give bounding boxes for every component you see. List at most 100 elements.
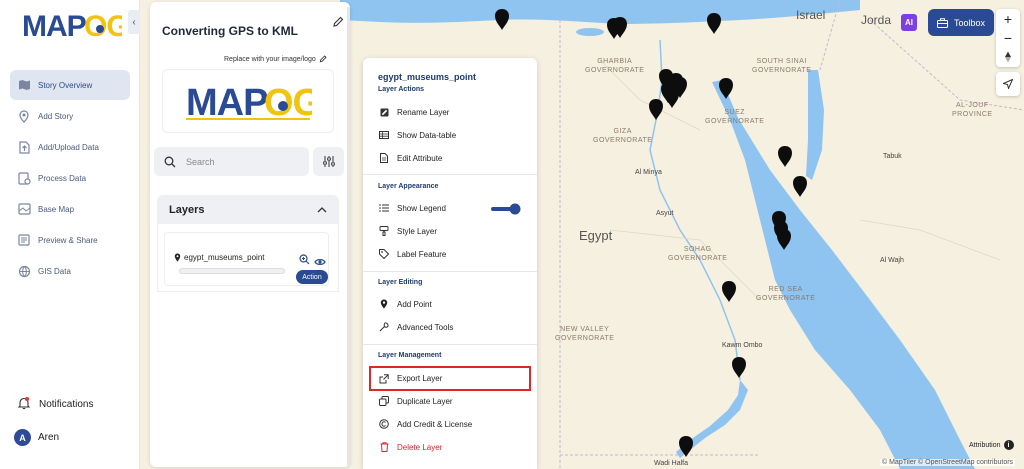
story-logo[interactable]: MAP OG: [162, 69, 334, 133]
layers-header[interactable]: Layers: [157, 195, 339, 224]
layer-item[interactable]: egypt_museums_point Action: [164, 232, 329, 286]
menu-style-layer[interactable]: Style Layer: [371, 220, 529, 242]
filter-button[interactable]: [313, 147, 344, 176]
zoom-out-button[interactable]: −: [996, 28, 1020, 47]
map-label-red-sea: RED SEA GOVERNORATE: [756, 286, 816, 302]
sidebar-item-label: Process Data: [38, 173, 87, 183]
menu-divider: [363, 174, 537, 175]
menu-add-credit-license[interactable]: Add Credit & License: [371, 413, 529, 435]
sidebar-item-base-map[interactable]: Base Map: [10, 194, 130, 224]
locate-me-button[interactable]: [996, 72, 1020, 96]
wrench-icon: [379, 322, 389, 332]
menu-layer-title: egypt_museums_point: [378, 72, 477, 82]
section-layer-editing: Layer Editing: [378, 279, 423, 286]
sidebar-item-story-overview[interactable]: Story Overview: [10, 70, 130, 100]
tag-icon: [379, 249, 389, 259]
compass-button[interactable]: [996, 47, 1020, 66]
show-legend-toggle[interactable]: [490, 202, 522, 215]
notifications-button[interactable]: Notifications: [17, 397, 93, 411]
map-label-gharbia: GHARBIA GOVERNORATE: [585, 58, 645, 74]
menu-item-label: Add Point: [397, 299, 432, 309]
document-icon: [379, 153, 389, 163]
map-city-tabuk: Tabuk: [883, 153, 902, 160]
menu-item-label: Show Legend: [397, 203, 446, 213]
gis-data-icon: [16, 264, 32, 278]
pin-icon: [379, 299, 389, 309]
sidebar-item-label: Preview & Share: [38, 235, 98, 245]
export-icon: [379, 373, 389, 384]
process-icon: [16, 171, 32, 185]
layer-name: egypt_museums_point: [174, 253, 265, 262]
menu-show-data-table[interactable]: Show Data-table: [371, 124, 529, 146]
svg-text:MAP: MAP: [186, 82, 268, 121]
visibility-eye-icon[interactable]: [314, 253, 326, 271]
search-input[interactable]: [186, 156, 296, 167]
menu-item-label: Label Feature: [397, 249, 447, 259]
menu-edit-attribute[interactable]: Edit Attribute: [371, 147, 529, 169]
map-label-south-sinai: SOUTH SINAI GOVERNORATE: [752, 58, 812, 74]
layers-list: egypt_museums_point Action: [157, 224, 339, 292]
layer-search[interactable]: [154, 147, 309, 176]
menu-delete-layer[interactable]: Delete Layer: [371, 436, 529, 458]
sidebar-item-add-story[interactable]: Add Story: [10, 101, 130, 131]
sidebar-item-label: Base Map: [38, 204, 75, 214]
list-icon: [379, 203, 389, 213]
layer-action-button[interactable]: Action: [296, 270, 328, 284]
sidebar-item-process-data[interactable]: Process Data: [10, 163, 130, 193]
zoom-to-layer-icon[interactable]: [299, 252, 310, 270]
toolbox-label: Toolbox: [953, 17, 986, 28]
layers-title: Layers: [169, 203, 205, 216]
menu-export-layer[interactable]: Export Layer: [369, 366, 531, 391]
collapse-sidebar-button[interactable]: ‹: [128, 10, 140, 34]
menu-add-point[interactable]: Add Point: [371, 293, 529, 315]
toolbox-button[interactable]: Toolbox: [928, 9, 994, 36]
map-copyright: © MapTiler © OpenStreetMap contributors: [880, 459, 1016, 466]
layer-opacity-slider[interactable]: [179, 268, 285, 274]
menu-item-label: Duplicate Layer: [397, 396, 453, 406]
section-layer-appearance: Layer Appearance: [378, 183, 439, 190]
sidebar-item-label: Add Story: [38, 111, 74, 121]
menu-item-label: Add Credit & License: [397, 419, 473, 429]
trash-icon: [379, 442, 389, 452]
sidebar-item-preview-share[interactable]: Preview & Share: [10, 225, 130, 255]
menu-rename-layer[interactable]: Rename Layer: [371, 101, 529, 123]
story-logo-image: MAP OG: [186, 82, 312, 121]
menu-duplicate-layer[interactable]: Duplicate Layer: [371, 390, 529, 412]
sidebar: MAP OG ‹ Story Overview Add Story Add/Up…: [0, 0, 140, 469]
sidebar-item-gis-data[interactable]: GIS Data: [10, 256, 130, 286]
menu-advanced-tools[interactable]: Advanced Tools: [371, 316, 529, 338]
toolbox-icon: [936, 17, 948, 28]
panel-scrollbar[interactable]: [347, 7, 350, 467]
sidebar-item-add-upload-data[interactable]: Add/Upload Data: [10, 132, 130, 162]
ai-assistant-button[interactable]: AI: [901, 14, 917, 31]
svg-text:MAP: MAP: [22, 10, 86, 43]
rename-icon: [379, 107, 389, 117]
story-title: Converting GPS to KML: [162, 24, 298, 38]
copyright-icon: [379, 419, 389, 429]
user-name: Aren: [38, 432, 60, 443]
menu-label-feature[interactable]: Label Feature: [371, 243, 529, 265]
copy-icon: [379, 396, 389, 406]
replace-logo-link[interactable]: Replace with your image/logo: [224, 55, 327, 63]
upload-icon: [16, 140, 32, 154]
section-layer-actions: Layer Actions: [378, 86, 425, 93]
compass-icon: [1005, 51, 1011, 62]
edit-pencil-icon: [319, 55, 327, 63]
menu-item-label: Delete Layer: [397, 442, 443, 452]
paint-icon: [379, 226, 389, 236]
map-label-new-valley: NEW VALLEY GOVERNORATE: [555, 326, 615, 342]
point-layer-icon: [174, 253, 181, 262]
zoom-in-button[interactable]: +: [996, 9, 1020, 28]
edit-title-icon[interactable]: [332, 15, 344, 27]
attribution-button[interactable]: Attribution i: [969, 440, 1014, 450]
replace-logo-label: Replace with your image/logo: [224, 55, 316, 63]
map-icon: [16, 78, 32, 92]
map-label-suez: SUEZ GOVERNORATE: [705, 109, 765, 125]
map-city-al-wajh: Al Wajh: [880, 257, 904, 264]
map-label-al-jouf: AL-JOUF PROVINCE: [952, 102, 993, 118]
user-profile[interactable]: A Aren: [14, 429, 59, 446]
menu-item-label: Show Data-table: [397, 130, 457, 140]
menu-item-label: Rename Layer: [397, 107, 450, 117]
app-logo[interactable]: MAP OG: [22, 8, 130, 44]
map-label-sohag: SOHAG GOVERNORATE: [668, 246, 728, 262]
